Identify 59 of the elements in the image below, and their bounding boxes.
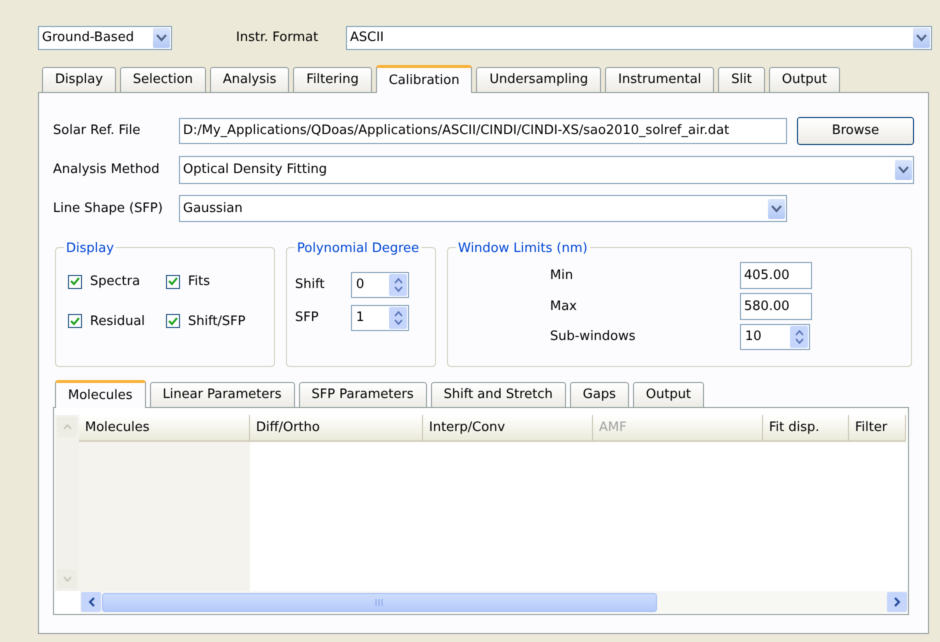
instr-format-dropdown[interactable]: ASCII — [346, 26, 932, 50]
spin-arrows-icon[interactable] — [790, 326, 808, 348]
spin-box[interactable]: 10 — [740, 324, 810, 350]
grip-icon — [374, 598, 384, 606]
checkbox[interactable] — [166, 274, 180, 289]
checkbox-label: Spectra — [90, 273, 140, 291]
tab[interactable]: Display — [42, 67, 116, 92]
analysis-method-label: Analysis Method — [53, 161, 160, 180]
field-label: Min — [550, 266, 574, 285]
checkbox-label: Residual — [90, 312, 145, 330]
instr-format-label: Instr. Format — [236, 29, 320, 48]
number-field[interactable]: 580.00 — [740, 293, 812, 320]
tab[interactable]: Slit — [718, 67, 765, 92]
checkbox[interactable] — [166, 314, 180, 328]
tab[interactable]: Calibration — [376, 65, 472, 93]
tab[interactable]: Gaps — [570, 382, 629, 407]
scroll-left-icon[interactable] — [81, 592, 101, 612]
tab[interactable]: Analysis — [210, 67, 290, 92]
spin-box[interactable]: 1 — [351, 305, 409, 331]
spin-box[interactable]: 0 — [351, 272, 409, 298]
checkbox[interactable] — [68, 274, 82, 289]
tab[interactable]: Selection — [120, 67, 206, 92]
column-header[interactable]: Fit disp. — [763, 415, 849, 442]
tab[interactable]: Output — [768, 67, 840, 92]
solar-ref-label: Solar Ref. File — [53, 122, 142, 140]
column-header[interactable]: Diff/Ortho — [250, 415, 423, 442]
spin-value: 1 — [356, 309, 364, 328]
spin-arrows-icon[interactable] — [389, 274, 407, 296]
tab[interactable]: Undersampling — [476, 67, 602, 92]
line-shape-label: Line Shape (SFP) — [53, 200, 164, 218]
checkbox-label: Fits — [188, 273, 210, 291]
tab[interactable]: Instrumental — [605, 67, 714, 92]
column-header[interactable]: Interp/Conv — [423, 415, 593, 442]
checkbox[interactable] — [68, 314, 82, 328]
spin-label: Shift — [295, 276, 326, 294]
mode-dropdown[interactable]: Ground-Based — [38, 26, 172, 50]
scroll-right-icon[interactable] — [887, 592, 907, 612]
field-label: Max — [550, 298, 578, 316]
tab[interactable]: Output — [632, 382, 704, 407]
browse-button[interactable]: Browse — [797, 117, 914, 145]
spin-arrows-icon[interactable] — [389, 307, 407, 329]
number-field[interactable]: 405.00 — [740, 262, 812, 289]
analysis-method-dropdown[interactable]: Optical Density Fitting — [179, 156, 914, 184]
column-header[interactable]: Molecules — [79, 415, 250, 442]
tab[interactable]: Linear Parameters — [150, 382, 295, 407]
spin-value: 0 — [356, 276, 364, 294]
field-label: Sub-windows — [550, 328, 637, 346]
column-header[interactable]: Filter — [849, 415, 906, 442]
scrollbar-thumb[interactable] — [102, 592, 657, 612]
solar-ref-field[interactable]: D:/My_Applications/QDoas/Applications/ASCII/CINDI/CINDI-XS/sao2010_solref_air.dat — [179, 118, 787, 144]
line-shape-dropdown[interactable]: Gaussian — [179, 195, 787, 222]
spin-value: 10 — [745, 328, 762, 346]
tab[interactable]: Filtering — [293, 67, 372, 92]
tab[interactable]: SFP Parameters — [298, 382, 427, 407]
horizontal-scrollbar[interactable] — [80, 591, 908, 613]
tab[interactable]: Molecules — [55, 380, 146, 408]
spin-label: SFP — [295, 309, 320, 328]
tab[interactable]: Shift and Stretch — [430, 382, 566, 407]
checkbox-label: Shift/SFP — [188, 312, 246, 330]
